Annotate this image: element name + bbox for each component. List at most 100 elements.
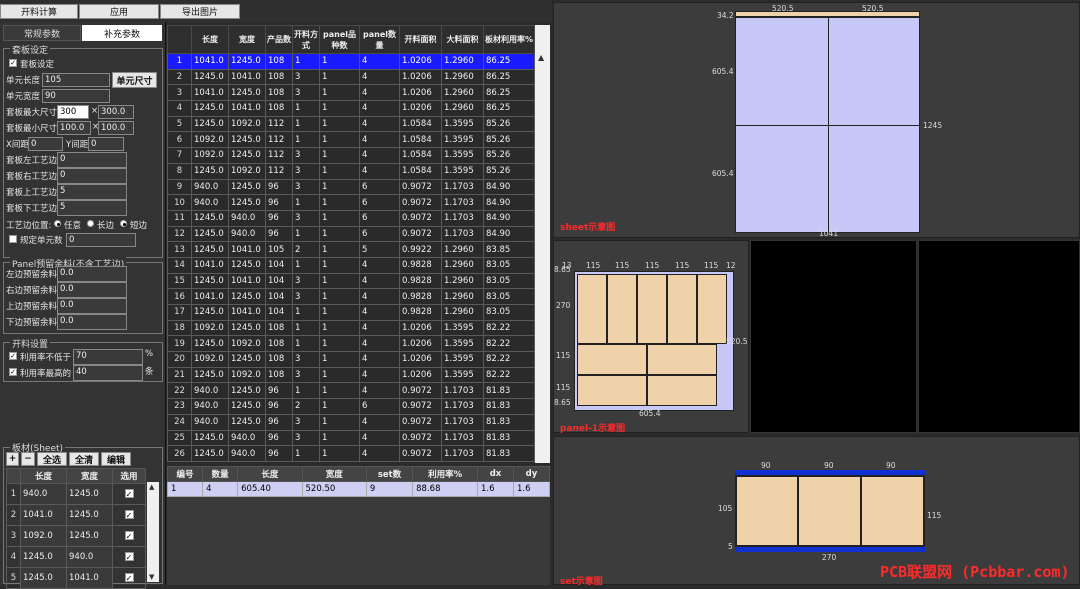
scroll-up-icon[interactable]: ▲ (149, 483, 154, 491)
grid-scrollbar[interactable]: ▲ (535, 25, 550, 463)
top-util-input[interactable]: 40 (73, 365, 143, 381)
export-image-button[interactable]: 导出图片 (160, 4, 240, 19)
fixed-units-input[interactable]: 0 (66, 233, 136, 247)
grid-col-panel-kinds[interactable]: panel品种数 (319, 25, 360, 54)
sheet-width-cell[interactable]: 1245.0 (66, 483, 113, 505)
table-row[interactable]: 12 1245.0 940.0 96 1 1 6 0.9072 1.1703 84.90 (167, 225, 535, 243)
table-row[interactable]: 7 1092.0 1245.0 112 3 1 4 1.0584 1.3595 85.26 (167, 147, 535, 164)
table-row[interactable]: 20 1092.0 1245.0 108 3 1 4 1.0206 1.3595 82.22 (167, 351, 535, 368)
bottom-edge-input[interactable]: 5 (57, 200, 127, 216)
table-row[interactable]: 11 1245.0 940.0 96 3 1 6 0.9072 1.1703 84.90 (167, 209, 535, 227)
table-row[interactable]: 5 1245.0 1092.0 112 1 1 4 1.0584 1.3595 85.26 (167, 115, 535, 133)
edge-short-radio[interactable] (120, 220, 127, 227)
table-row[interactable]: 21 1245.0 1092.0 108 3 1 4 1.0206 1.3595 82.22 (167, 366, 535, 384)
sheet-width-cell[interactable]: 940.0 (66, 546, 113, 568)
sheet-width-cell[interactable]: 1245.0 (66, 504, 113, 526)
min-size-x-input[interactable]: 100.0 (57, 121, 91, 135)
min-util-checkbox[interactable]: ✓ (9, 352, 17, 360)
edit-sheet-button[interactable]: 编辑 (101, 452, 131, 466)
sheet-length-cell[interactable]: 1092.0 (20, 525, 67, 547)
remove-sheet-button[interactable]: − (21, 452, 35, 466)
panel-detail-row[interactable]: 1 4 605.40 520.50 9 88.68 1.6 1.6 (166, 481, 551, 497)
panel-enable-checkbox[interactable]: ✓ (9, 59, 17, 67)
sheet-length-cell[interactable]: 1245.0 (20, 546, 67, 568)
sheet-length-cell[interactable]: 1041.0 (20, 504, 67, 526)
table-row[interactable]: 4 1245.0 1041.0 108 1 1 4 1.0206 1.2960 86.25 (167, 100, 535, 117)
grid-col-utilization[interactable]: 板材利用率% (483, 25, 535, 54)
panel-detail-grid: 编号 数量 长度 宽度 set数 利用率% dx dy 1 4 605.40 5… (166, 466, 551, 585)
sheet-length-cell[interactable]: 1245.0 (20, 567, 67, 589)
table-row[interactable]: 24 940.0 1245.0 96 3 1 4 0.9072 1.1703 81.83 (167, 413, 535, 431)
table-row[interactable]: 2 1245.0 1041.0 108 3 1 4 1.0206 1.2960 86.25 (167, 68, 535, 86)
scroll-up-icon[interactable]: ▲ (538, 53, 544, 62)
table-row[interactable]: 22 940.0 1245.0 96 1 1 4 0.9072 1.1703 81.83 (167, 382, 535, 400)
x-gap-input[interactable]: 0 (28, 137, 63, 151)
reserve-top-input[interactable]: 0.0 (57, 298, 127, 314)
grid-col-cut-mode[interactable]: 开料方式 (292, 25, 320, 54)
sheet-use-checkbox[interactable]: ✓ (112, 567, 146, 589)
sheet-row[interactable]: 1 940.0 1245.0 ✓ (6, 483, 146, 505)
grid-col-length[interactable]: 长度 (191, 25, 229, 54)
grid-col-cut-area[interactable]: 开料面积 (399, 25, 442, 54)
edge-long-radio[interactable] (87, 220, 94, 227)
top-util-checkbox[interactable]: ✓ (9, 368, 17, 376)
sheet-length-cell[interactable]: 940.0 (20, 483, 67, 505)
unit-width-input[interactable]: 90 (42, 89, 110, 103)
sheet-scrollbar[interactable]: ▲ ▼ (147, 482, 159, 582)
sheet-use-checkbox[interactable]: ✓ (112, 504, 146, 526)
grid-col-product-count[interactable]: 产品数 (265, 25, 293, 54)
table-row[interactable]: 26 1245.0 940.0 96 1 1 4 0.9072 1.1703 81.83 (167, 445, 535, 462)
table-row[interactable]: 3 1041.0 1245.0 108 3 1 4 1.0206 1.2960 86.25 (167, 84, 535, 102)
grid-col-width[interactable]: 宽度 (228, 25, 266, 54)
min-size-y-input[interactable]: 100.0 (98, 121, 134, 135)
table-row[interactable]: 18 1092.0 1245.0 108 1 1 4 1.0206 1.3595 82.22 (167, 319, 535, 337)
left-edge-input[interactable]: 0 (57, 152, 127, 168)
table-row[interactable]: 10 940.0 1245.0 96 1 1 6 0.9072 1.1703 84.90 (167, 194, 535, 211)
sheet-row[interactable]: 2 1041.0 1245.0 ✓ (6, 504, 146, 526)
table-row[interactable]: 17 1245.0 1041.0 104 1 1 4 0.9828 1.2960 83.05 (167, 304, 535, 321)
table-row[interactable]: 6 1092.0 1245.0 112 1 1 4 1.0584 1.3595 85.26 (167, 131, 535, 149)
table-row[interactable]: 25 1245.0 940.0 96 3 1 4 0.9072 1.1703 81.83 (167, 429, 535, 447)
add-sheet-button[interactable]: + (6, 452, 19, 466)
reserve-right-input[interactable]: 0.0 (57, 282, 127, 298)
max-size-x-input[interactable]: 300 (57, 105, 89, 119)
table-row[interactable]: 9 940.0 1245.0 96 3 1 6 0.9072 1.1703 84.90 (167, 178, 535, 196)
table-row[interactable]: 15 1245.0 1041.0 104 3 1 4 0.9828 1.2960 83.05 (167, 272, 535, 290)
sheet-use-checkbox[interactable]: ✓ (112, 483, 146, 505)
panel-body (574, 271, 734, 411)
unit-size-button[interactable]: 单元尺寸 (112, 72, 157, 88)
sheet-use-checkbox[interactable]: ✓ (112, 546, 146, 568)
sheet-width-cell[interactable]: 1245.0 (66, 525, 113, 547)
max-size-y-input[interactable]: 300.0 (98, 105, 134, 119)
reserve-bottom-input[interactable]: 0.0 (57, 314, 127, 330)
min-util-input[interactable]: 70 (73, 349, 143, 365)
apply-button[interactable]: 应用 (79, 4, 159, 19)
sheet-row[interactable]: 5 1245.0 1041.0 ✓ (6, 567, 146, 589)
edge-any-radio[interactable] (54, 220, 61, 227)
table-row[interactable]: 19 1245.0 1092.0 108 1 1 4 1.0206 1.3595 82.22 (167, 335, 535, 353)
calc-button[interactable]: 开料计算 (0, 4, 78, 19)
fixed-units-checkbox[interactable] (9, 235, 17, 243)
sheet-row[interactable]: 4 1245.0 940.0 ✓ (6, 546, 146, 568)
clear-all-button[interactable]: 全清 (69, 452, 99, 466)
scroll-down-icon[interactable]: ▼ (149, 573, 154, 581)
table-row[interactable]: 13 1245.0 1041.0 105 2 1 5 0.9922 1.2960 83.85 (167, 241, 535, 258)
tab-extra-params[interactable]: 补充参数 (82, 25, 162, 41)
reserve-left-input[interactable]: 0.0 (57, 266, 127, 282)
table-row[interactable]: 23 940.0 1245.0 96 2 1 6 0.9072 1.1703 81.83 (167, 398, 535, 415)
grid-col-stock-area[interactable]: 大料面积 (441, 25, 484, 54)
tab-normal-params[interactable]: 常规参数 (3, 25, 81, 41)
unit-length-input[interactable]: 105 (42, 73, 110, 87)
sheet-use-checkbox[interactable]: ✓ (112, 525, 146, 547)
right-edge-input[interactable]: 0 (57, 168, 127, 184)
sheet-row[interactable]: 3 1092.0 1245.0 ✓ (6, 525, 146, 547)
table-row[interactable]: 16 1041.0 1245.0 104 3 1 4 0.9828 1.2960 83.05 (167, 288, 535, 305)
select-all-button[interactable]: 全选 (37, 452, 67, 466)
table-row[interactable]: 14 1041.0 1245.0 104 1 1 4 0.9828 1.2960 83.05 (167, 256, 535, 274)
table-row[interactable]: 1 1041.0 1245.0 108 1 1 4 1.0206 1.2960 86.25 (167, 53, 535, 70)
y-gap-input[interactable]: 0 (88, 137, 124, 151)
sheet-width-cell[interactable]: 1041.0 (66, 567, 113, 589)
top-edge-input[interactable]: 5 (57, 184, 127, 200)
table-row[interactable]: 8 1245.0 1092.0 112 3 1 4 1.0584 1.3595 85.26 (167, 162, 535, 180)
grid-col-panel-qty[interactable]: panel数量 (359, 25, 400, 54)
